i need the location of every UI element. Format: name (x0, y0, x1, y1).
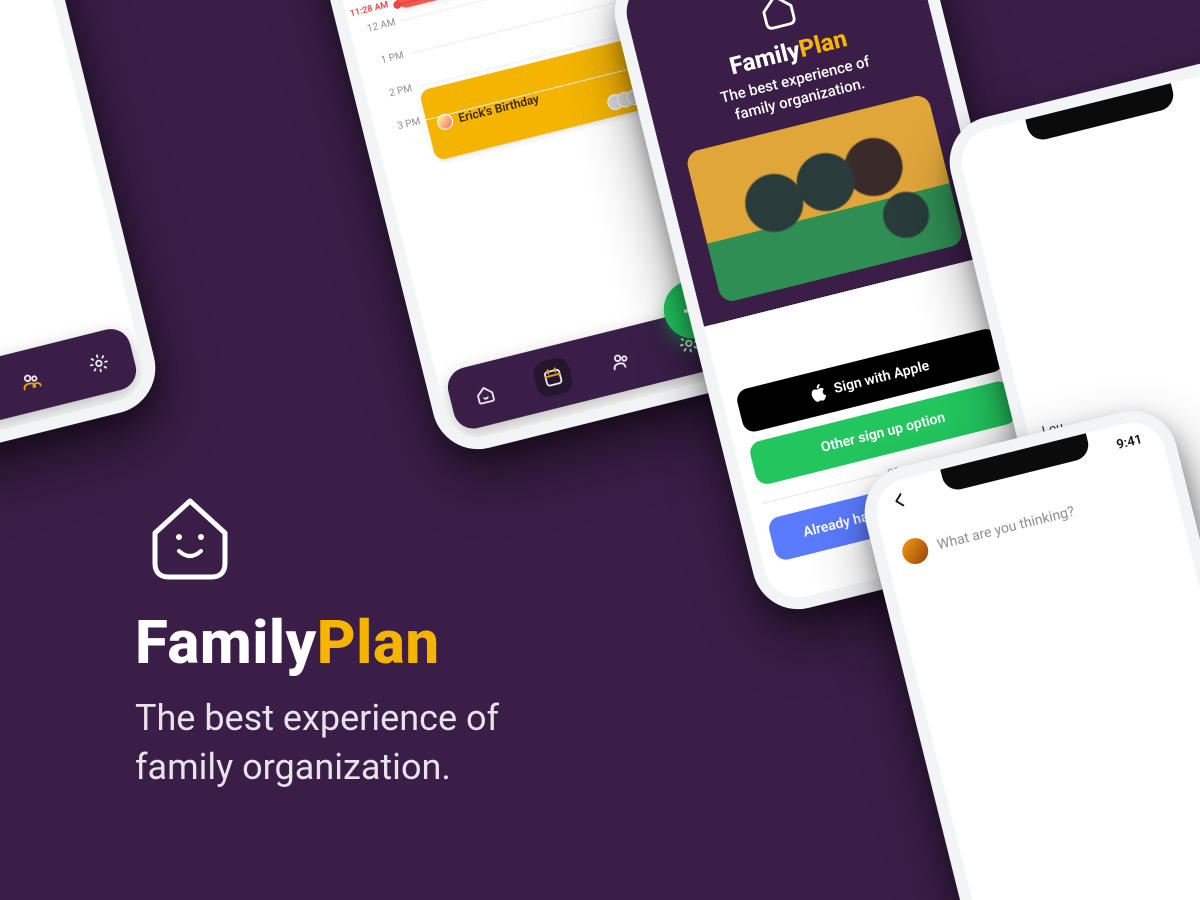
brand-block: FamilyPlan The best experience of family… (135, 485, 499, 791)
tab-home[interactable] (463, 372, 507, 416)
button-label: Sign with Apple (832, 358, 930, 397)
now-time: 11:28 AM (349, 0, 389, 19)
tab-settings[interactable] (77, 342, 121, 386)
gear-icon (86, 350, 113, 377)
tab-members[interactable] (599, 338, 643, 382)
house-smile-logo-icon (751, 0, 803, 34)
house-icon (472, 381, 499, 408)
brand-word-b: Plan (317, 607, 440, 678)
people-icon (608, 347, 635, 374)
prompt-text: What are you thinking? (936, 504, 1076, 554)
brand-tagline: The best experience of family organizati… (135, 694, 499, 791)
phone-mock-1 (0, 0, 165, 479)
button-label: Other sign up option (819, 410, 946, 456)
apple-icon (809, 382, 829, 403)
tab-bar (0, 325, 140, 453)
people-icon (18, 367, 45, 394)
chevron-left-icon[interactable] (887, 488, 911, 512)
composer-prompt[interactable]: What are you thinking? (900, 499, 1078, 567)
hour-label: 12 AM (353, 17, 396, 38)
brand-title: FamilyPlan (135, 607, 499, 678)
brand-word-a: Family (135, 607, 317, 678)
house-smile-logo-icon (135, 485, 245, 585)
hour-label: 3 PM (378, 116, 421, 137)
hour-label: 2 PM (370, 83, 413, 104)
tab-calendar[interactable] (531, 355, 575, 399)
avatar (900, 535, 932, 567)
tab-bar (444, 305, 731, 433)
phone-mock-composer: 9:41 What are you thinking? Q W E R T (855, 401, 1200, 900)
tab-members[interactable] (9, 358, 53, 402)
calendar-icon (540, 364, 567, 391)
hour-label: 1 PM (362, 50, 405, 71)
